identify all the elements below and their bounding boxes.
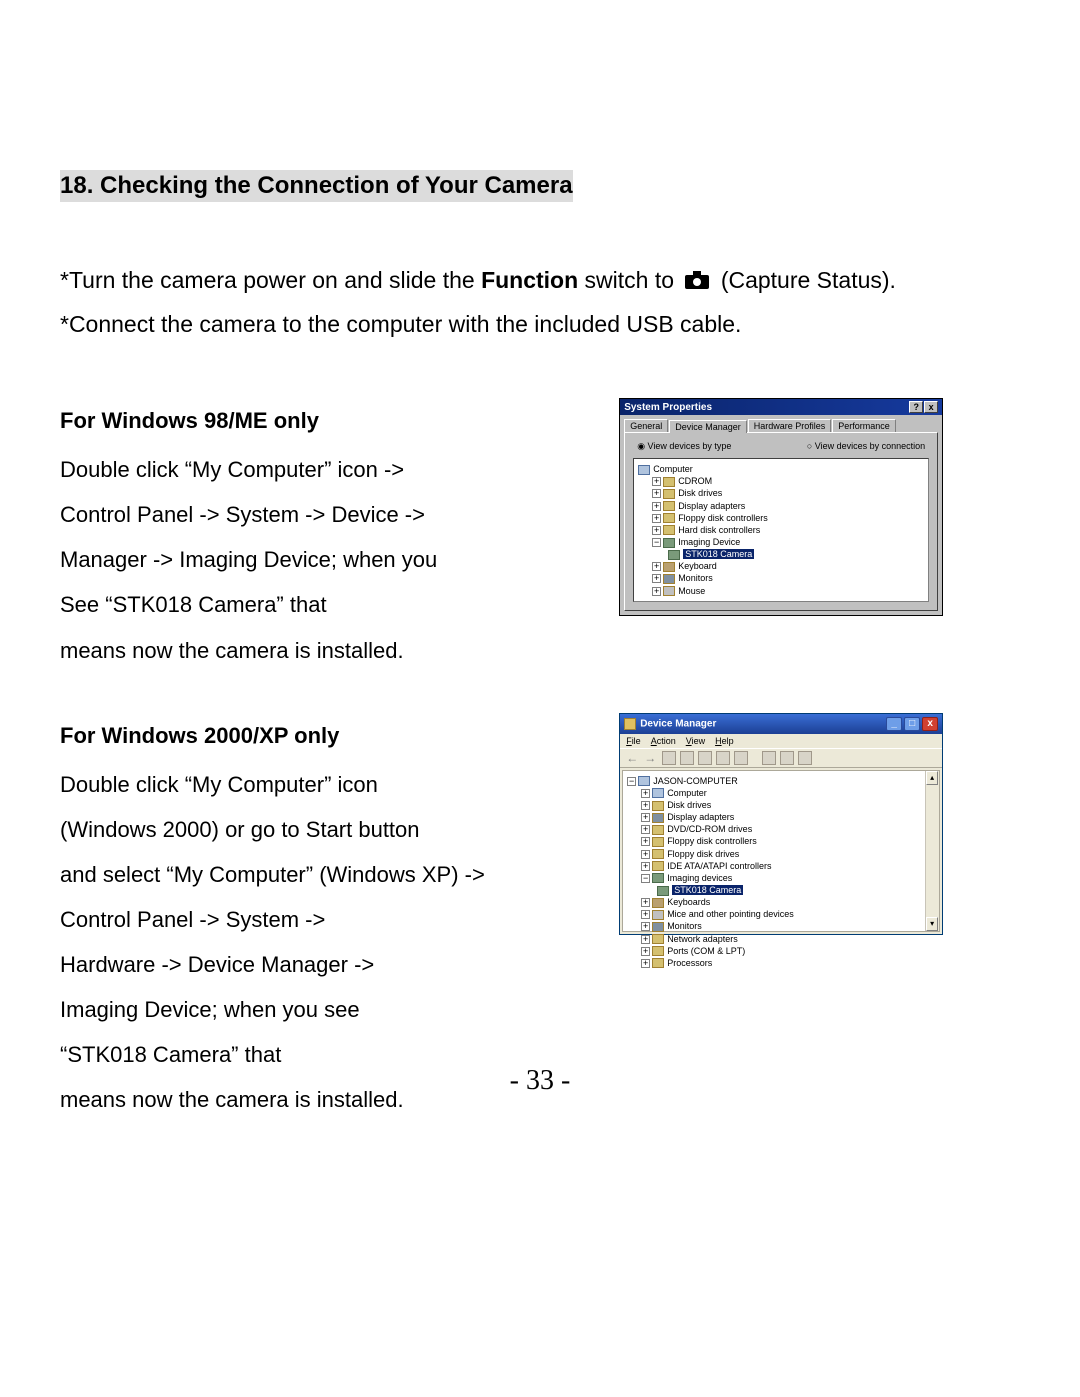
- tree-item[interactable]: Disk drives: [667, 800, 711, 810]
- tab-hardware-profiles[interactable]: Hardware Profiles: [748, 419, 832, 432]
- tree-item[interactable]: Mouse: [678, 586, 705, 596]
- imaging-icon: [652, 873, 664, 883]
- tree-selected-camera[interactable]: STK018 Camera: [683, 549, 754, 559]
- scroll-down-icon[interactable]: ▾: [926, 917, 938, 931]
- intro-block: *Turn the camera power on and slide the …: [60, 262, 1020, 343]
- tree-selected-camera[interactable]: STK018 Camera: [672, 885, 743, 895]
- tree-item[interactable]: Keyboard: [678, 561, 717, 571]
- back-icon[interactable]: ←: [626, 751, 640, 765]
- tree-item[interactable]: Monitors: [667, 921, 702, 931]
- imaging-icon: [663, 538, 675, 548]
- toolbar-button[interactable]: [734, 751, 748, 765]
- menu-help[interactable]: Help: [715, 736, 734, 746]
- section-win98: For Windows 98/ME only Double click “My …: [60, 398, 1020, 673]
- tree-item[interactable]: Computer: [667, 788, 707, 798]
- xp-tree[interactable]: −JASON-COMPUTER +Computer +Disk drives +…: [622, 770, 940, 932]
- computer-icon: [638, 776, 650, 786]
- toolbar-button[interactable]: [698, 751, 712, 765]
- tree-root: Computer: [653, 464, 693, 474]
- tab-general[interactable]: General: [624, 419, 668, 432]
- tree-item[interactable]: Processors: [667, 958, 712, 968]
- xp-menubar: File Action View Help: [620, 734, 942, 748]
- intro-1-bold: Function: [481, 267, 578, 293]
- forward-icon[interactable]: →: [644, 751, 658, 765]
- intro-1c: (Capture Status).: [721, 267, 896, 293]
- scrollbar[interactable]: ▴ ▾: [925, 771, 939, 931]
- menu-view[interactable]: View: [686, 736, 705, 746]
- toolbar-button[interactable]: [762, 751, 776, 765]
- tree-item[interactable]: Floppy disk controllers: [678, 513, 768, 523]
- win98-screenshot: System Properties ? x General Device Man…: [619, 398, 1020, 616]
- tree-item[interactable]: Floppy disk controllers: [667, 836, 757, 846]
- toolbar-button[interactable]: [680, 751, 694, 765]
- toolbar-button[interactable]: [798, 751, 812, 765]
- close-icon[interactable]: x: [922, 717, 938, 731]
- tree-imaging[interactable]: Imaging Device: [678, 537, 740, 547]
- win98-tree[interactable]: Computer +CDROM +Disk drives +Display ad…: [633, 458, 929, 602]
- win98-titlebar: System Properties ? x: [620, 399, 942, 415]
- tree-item[interactable]: Floppy disk drives: [667, 849, 739, 859]
- toolbar-button[interactable]: [716, 751, 730, 765]
- scroll-up-icon[interactable]: ▴: [926, 771, 938, 785]
- win98-title: System Properties: [624, 402, 712, 413]
- win98-body: Double click “My Computer” icon -> Contr…: [60, 447, 559, 672]
- xp-toolbar: ← →: [620, 748, 942, 768]
- radio-by-type[interactable]: View devices by type: [637, 441, 731, 452]
- camera-icon: [684, 264, 710, 301]
- tree-item[interactable]: DVD/CD-ROM drives: [667, 824, 752, 834]
- tree-imaging[interactable]: Imaging devices: [667, 873, 732, 883]
- maximize-icon[interactable]: □: [904, 717, 920, 731]
- page-number: - 33 -: [0, 1065, 1080, 1097]
- minimize-icon[interactable]: _: [886, 717, 902, 731]
- tree-item[interactable]: IDE ATA/ATAPI controllers: [667, 861, 771, 871]
- xp-subhead: For Windows 2000/XP only: [60, 713, 559, 758]
- tree-item[interactable]: Keyboards: [667, 897, 710, 907]
- xp-screenshot: Device Manager _ □ x File Action View He…: [619, 713, 1020, 935]
- section-heading: 18. Checking the Connection of Your Came…: [60, 170, 573, 202]
- tree-item[interactable]: Disk drives: [678, 488, 722, 498]
- tree-root: JASON-COMPUTER: [653, 776, 738, 786]
- tree-item[interactable]: Monitors: [678, 573, 713, 583]
- xp-window: Device Manager _ □ x File Action View He…: [619, 713, 943, 935]
- intro-1b: switch to: [578, 267, 680, 293]
- section-winxp: For Windows 2000/XP only Double click “M…: [60, 713, 1020, 1123]
- win98-text: For Windows 98/ME only Double click “My …: [60, 398, 559, 673]
- tree-item[interactable]: Mice and other pointing devices: [667, 909, 794, 919]
- close-icon[interactable]: x: [924, 401, 938, 413]
- tree-item[interactable]: Ports (COM & LPT): [667, 946, 745, 956]
- win98-tabs: General Device Manager Hardware Profiles…: [620, 415, 942, 432]
- tree-item[interactable]: Network adapters: [667, 934, 738, 944]
- toolbar-button[interactable]: [780, 751, 794, 765]
- intro-1a: *Turn the camera power on and slide the: [60, 267, 481, 293]
- computer-icon: [638, 465, 650, 475]
- win98-window: System Properties ? x General Device Man…: [619, 398, 943, 616]
- device-manager-icon: [624, 718, 636, 730]
- help-icon[interactable]: ?: [909, 401, 923, 413]
- menu-file[interactable]: File: [626, 736, 641, 746]
- tree-item[interactable]: Display adapters: [667, 812, 734, 822]
- xp-title: Device Manager: [640, 718, 716, 729]
- toolbar-button[interactable]: [662, 751, 676, 765]
- tree-item[interactable]: Display adapters: [678, 501, 745, 511]
- tree-item[interactable]: Hard disk controllers: [678, 525, 760, 535]
- xp-titlebar: Device Manager _ □ x: [620, 714, 942, 734]
- intro-line-2: *Connect the camera to the computer with…: [60, 306, 1020, 343]
- win98-panel: View devices by type View devices by con…: [624, 432, 938, 611]
- intro-line-1: *Turn the camera power on and slide the …: [60, 262, 1020, 300]
- win98-subhead: For Windows 98/ME only: [60, 398, 559, 443]
- tab-device-manager[interactable]: Device Manager: [669, 420, 747, 433]
- radio-by-connection[interactable]: View devices by connection: [807, 441, 925, 452]
- menu-action[interactable]: Action: [651, 736, 676, 746]
- tab-performance[interactable]: Performance: [832, 419, 896, 432]
- tree-item[interactable]: CDROM: [678, 476, 712, 486]
- xp-text: For Windows 2000/XP only Double click “M…: [60, 713, 559, 1123]
